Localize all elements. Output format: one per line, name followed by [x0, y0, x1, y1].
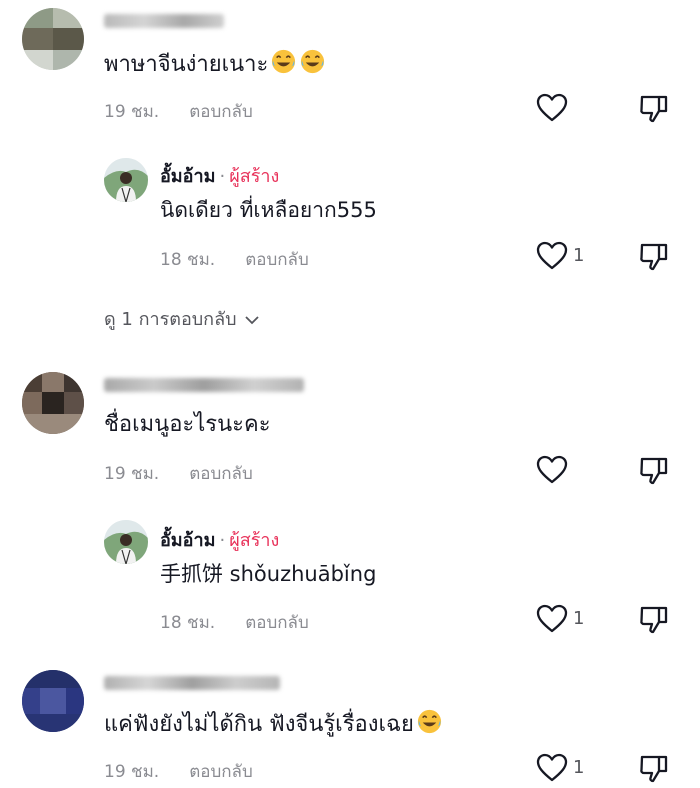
like-count: 1: [573, 245, 585, 266]
timestamp: 19 ชม.: [104, 464, 160, 484]
thumbs-down-outline-icon: [640, 606, 668, 634]
timestamp: 19 ชม.: [104, 102, 160, 122]
thumbs-down-outline-icon: [640, 457, 668, 485]
username-obscured[interactable]: [104, 378, 304, 392]
creator-badge: ผู้สร้าง: [229, 530, 280, 551]
dislike-button[interactable]: [636, 750, 672, 786]
heart-outline-icon: [536, 455, 568, 484]
reply-button[interactable]: ตอบกลับ: [245, 613, 309, 633]
timestamp: 18 ชม.: [160, 613, 216, 633]
thumbs-down-outline-icon: [640, 95, 668, 123]
like-button[interactable]: [534, 452, 570, 488]
heart-outline-icon: [536, 93, 568, 122]
comment-meta: 19 ชม. ตอบกลับ: [104, 98, 253, 125]
reply-author: อั้มอ้าม · ผู้สร้าง: [160, 166, 280, 187]
creator-avatar[interactable]: [104, 520, 148, 564]
dislike-button[interactable]: [636, 452, 672, 488]
dislike-button[interactable]: [636, 238, 672, 274]
author-name[interactable]: อั้มอ้าม: [160, 530, 215, 551]
reply-button[interactable]: ตอบกลับ: [189, 464, 253, 484]
like-button[interactable]: [534, 90, 570, 126]
reply-text: 手抓饼 shǒuzhuābǐng: [160, 562, 377, 586]
tears-of-joy-emoji: [416, 708, 443, 735]
avatar[interactable]: [22, 670, 84, 732]
like-button[interactable]: [534, 750, 570, 786]
thumbs-down-outline-icon: [640, 243, 668, 271]
reply-button[interactable]: ตอบกลับ: [189, 102, 253, 122]
like-count: 1: [573, 608, 585, 629]
heart-outline-icon: [536, 753, 568, 782]
username-obscured[interactable]: [104, 676, 280, 690]
tears-of-joy-emoji: [270, 48, 297, 75]
heart-outline-icon: [536, 604, 568, 633]
dislike-button[interactable]: [636, 90, 672, 126]
tears-of-joy-emoji: [299, 48, 326, 75]
reply-button[interactable]: ตอบกลับ: [245, 250, 309, 270]
like-count: 1: [573, 757, 585, 778]
dislike-button[interactable]: [636, 601, 672, 637]
comment-meta: 19 ชม. ตอบกลับ: [104, 758, 253, 785]
like-button[interactable]: [534, 238, 570, 274]
reply-text: นิดเดียว ที่เหลือยาก555: [160, 198, 377, 222]
comment-meta: 19 ชม. ตอบกลับ: [104, 460, 253, 487]
timestamp: 18 ชม.: [160, 250, 216, 270]
author-name[interactable]: อั้มอ้าม: [160, 166, 215, 187]
view-replies-button[interactable]: ดู 1 การตอบกลับ: [104, 304, 260, 333]
reply-button[interactable]: ตอบกลับ: [189, 762, 253, 782]
chevron-down-icon: [245, 316, 259, 325]
username-obscured[interactable]: [104, 14, 224, 28]
creator-badge: ผู้สร้าง: [229, 166, 280, 187]
avatar[interactable]: [22, 372, 84, 434]
reply-meta: 18 ชม. ตอบกลับ: [160, 246, 309, 273]
timestamp: 19 ชม.: [104, 762, 160, 782]
creator-avatar[interactable]: [104, 158, 148, 202]
like-button[interactable]: [534, 601, 570, 637]
comment-text: ชื่อเมนูอะไรนะคะ: [104, 412, 271, 437]
comment-text: พาษาจีนง่ายเนาะ: [104, 48, 326, 80]
comment-text: แค่ฟังยังไม่ได้กิน ฟังจีนรู้เรื่องเฉย: [104, 708, 443, 740]
reply-meta: 18 ชม. ตอบกลับ: [160, 609, 309, 636]
heart-outline-icon: [536, 241, 568, 270]
reply-author: อั้มอ้าม · ผู้สร้าง: [160, 530, 280, 551]
thumbs-down-outline-icon: [640, 755, 668, 783]
avatar[interactable]: [22, 8, 84, 70]
